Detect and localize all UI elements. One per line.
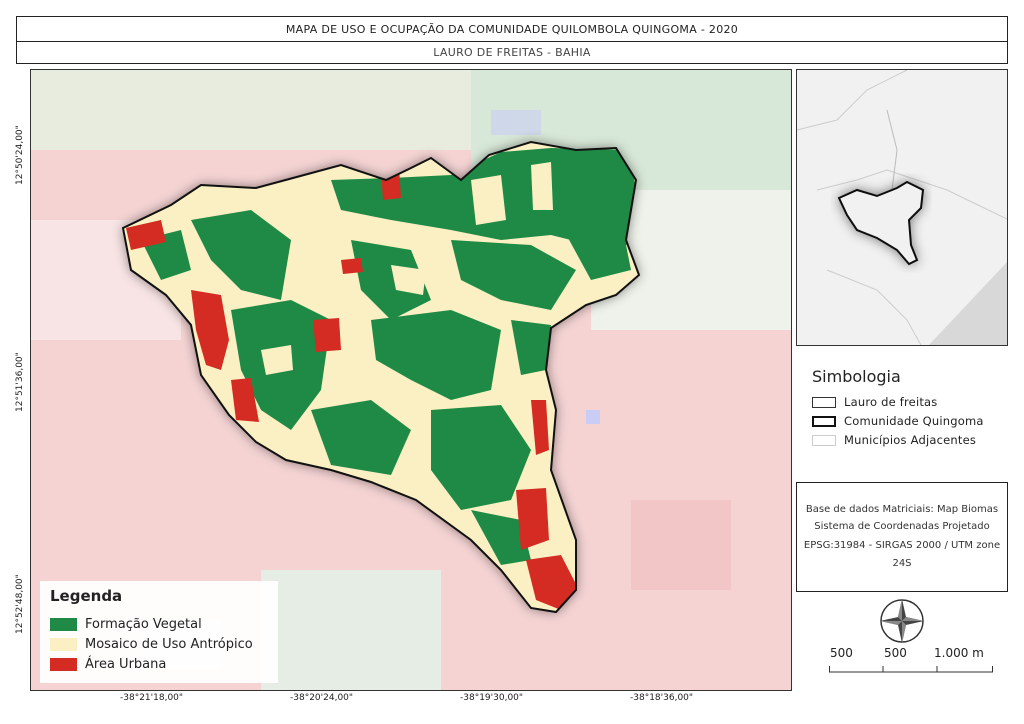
symbology-swatch	[812, 415, 836, 427]
data-source-box: Base de dados Matriciais: Map Biomas Sis…	[796, 482, 1008, 592]
symbology-swatch	[812, 396, 836, 408]
symbology-item-lauro: Lauro de freitas	[812, 395, 937, 409]
data-source-line: Sistema de Coordenadas Projetado	[814, 521, 990, 532]
legend-item-mosaic: Mosaico de Uso Antrópico	[50, 636, 253, 652]
title-box: MAPA DE USO E OCUPAÇÃO DA COMUNIDADE QUI…	[16, 16, 1008, 64]
latitude-label: 12°50'24,00"	[15, 125, 25, 185]
background-se	[631, 500, 731, 590]
legend-label: Área Urbana	[85, 656, 167, 672]
water-patch	[491, 110, 541, 135]
latitude-label: 12°51'36,00"	[15, 352, 25, 412]
urban-area	[516, 488, 549, 550]
legend: Legenda Formação Vegetal Mosaico de Uso …	[40, 581, 278, 683]
urban-area	[313, 318, 341, 352]
inset-map[interactable]	[796, 69, 1008, 346]
legend-label: Formação Vegetal	[85, 616, 202, 632]
symbology-label: Lauro de freitas	[844, 395, 938, 409]
north-arrow-icon	[878, 597, 926, 645]
legend-item-vegetation: Formação Vegetal	[50, 616, 202, 632]
background-south	[261, 570, 441, 690]
longitude-label: -38°19'30,00"	[460, 693, 524, 703]
mosaic-area	[471, 175, 506, 225]
legend-swatch	[50, 637, 77, 651]
mosaic-area	[531, 162, 553, 210]
symbology-item-quingoma: Comunidade Quingoma	[812, 414, 984, 428]
symbology-swatch	[812, 434, 836, 446]
symbology-label: Comunidade Quingoma	[844, 414, 984, 428]
data-source-line: EPSG:31984 - SIRGAS 2000 / UTM zone	[803, 540, 1001, 551]
symbology-item-adjacent: Municípios Adjacentes	[812, 433, 976, 447]
data-source-line: Base de dados Matriciais: Map Biomas	[805, 504, 999, 515]
legend-swatch	[50, 657, 77, 671]
mosaic-area	[261, 345, 293, 375]
water-patch	[586, 410, 600, 424]
legend-swatch	[50, 617, 77, 631]
scale-label: 500	[884, 646, 907, 660]
longitude-label: -38°20'24,00"	[290, 693, 354, 703]
legend-title: Legenda	[50, 587, 123, 605]
symbology-label: Municípios Adjacentes	[844, 433, 977, 447]
symbology-title: Simbologia	[812, 367, 901, 386]
scale-label: 1.000 m	[934, 646, 984, 660]
legend-label: Mosaico de Uso Antrópico	[85, 636, 253, 652]
title-divider	[17, 41, 1007, 42]
scale-bar	[829, 661, 993, 680]
longitude-label: -38°18'36,00"	[630, 693, 694, 703]
scale-label: 500	[830, 646, 853, 660]
legend-item-urban: Área Urbana	[50, 656, 167, 672]
urban-area	[341, 258, 363, 274]
map-title: MAPA DE USO E OCUPAÇÃO DA COMUNIDADE QUI…	[285, 23, 739, 36]
data-source-line: 24S	[892, 558, 912, 569]
inset-map-canvas	[797, 70, 1007, 345]
latitude-label: 12°52'48,00"	[15, 574, 25, 634]
longitude-label: -38°21'18,00"	[120, 693, 184, 703]
map-subtitle: LAURO DE FREITAS - BAHIA	[433, 46, 591, 59]
